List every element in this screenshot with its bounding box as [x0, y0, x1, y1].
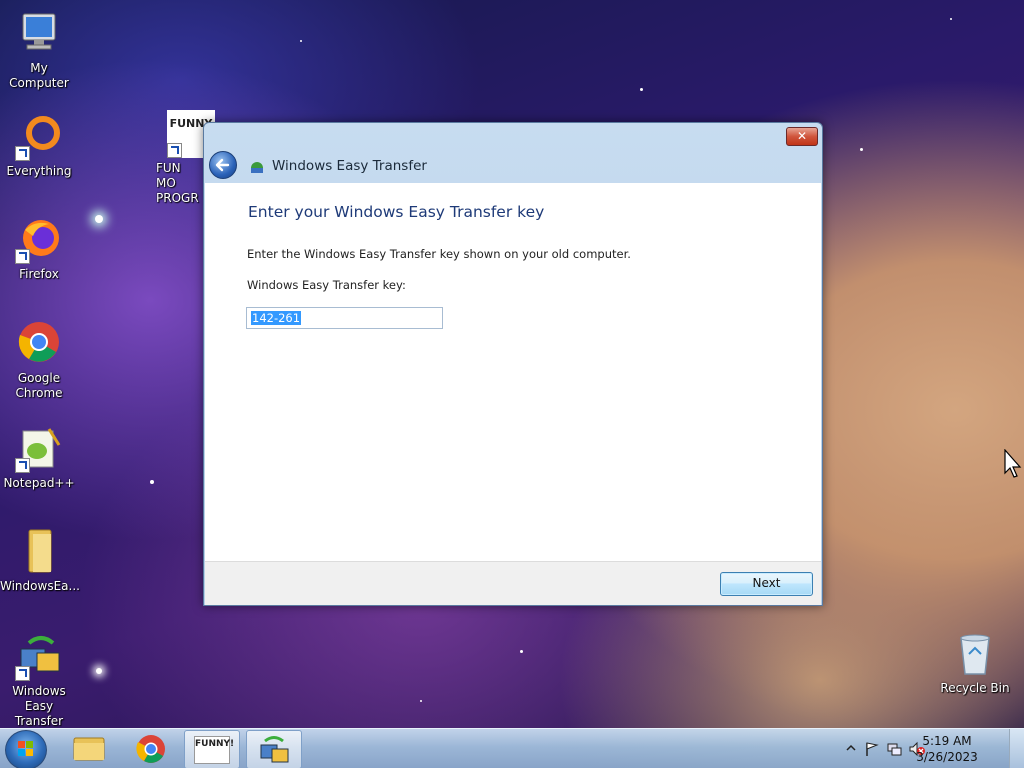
desktop-icon-label: Notepad++ — [3, 476, 75, 490]
desktop-icon-label: WindowsEa... — [0, 579, 80, 593]
action-center-flag-icon[interactable] — [864, 741, 880, 757]
start-button[interactable] — [5, 730, 47, 768]
desktop-icon-label: FUN MO PROGR — [156, 161, 199, 205]
page-heading: Enter your Windows Easy Transfer key — [248, 203, 545, 221]
funny-image-icon: FUNNY! — [194, 736, 234, 764]
shortcut-arrow-icon — [167, 143, 182, 158]
taskbar-item-easy-transfer[interactable] — [246, 730, 302, 768]
easy-transfer-icon — [260, 736, 289, 763]
desktop-icon-label: Windows Easy Transfer — [12, 684, 66, 728]
easy-transfer-dialog: ✕ Windows Easy Transfer Enter your Windo… — [203, 122, 823, 606]
system-tray: 5:19 AM 3/26/2023 — [834, 729, 1024, 768]
next-button[interactable]: Next — [720, 572, 813, 596]
desktop: My Computer Everything FUNNY FUN MO PROG… — [0, 0, 1024, 768]
firefox-icon — [15, 216, 63, 264]
clock-time[interactable]: 5:19 AM — [912, 734, 982, 748]
desktop-icon-firefox[interactable]: Firefox — [0, 216, 78, 282]
easy-transfer-icon — [249, 159, 265, 175]
shortcut-arrow-icon — [15, 146, 30, 161]
easy-transfer-icon — [15, 633, 63, 681]
shortcut-arrow-icon — [15, 666, 30, 681]
desktop-icon-label: Google Chrome — [15, 371, 63, 400]
recycle-bin-icon — [951, 630, 999, 678]
chrome-icon — [15, 320, 63, 368]
windows-logo-icon — [18, 741, 33, 756]
dialog-content: Enter your Windows Easy Transfer key Ent… — [205, 183, 821, 561]
close-button[interactable]: ✕ — [786, 127, 818, 146]
desktop-icon-label: Everything — [6, 164, 72, 178]
desktop-icon-label: Recycle Bin — [940, 681, 1010, 695]
transfer-key-input[interactable]: 142-261 — [246, 307, 443, 329]
star — [95, 215, 103, 223]
transfer-key-label: Windows Easy Transfer key: — [247, 278, 406, 292]
back-button[interactable] — [209, 151, 237, 179]
transfer-key-value: 142-261 — [251, 311, 302, 325]
star — [950, 18, 952, 20]
dialog-footer: Next — [205, 561, 821, 605]
desktop-icon-chrome[interactable]: Google Chrome — [0, 320, 78, 401]
show-desktop-button[interactable] — [1009, 729, 1024, 768]
everything-search-icon — [15, 113, 63, 161]
back-arrow-icon — [215, 158, 230, 172]
instruction-text: Enter the Windows Easy Transfer key show… — [247, 247, 631, 261]
star — [150, 480, 154, 484]
dialog-title: Windows Easy Transfer — [272, 158, 427, 174]
folder-icon — [15, 528, 63, 576]
dialog-titlebar[interactable]: ✕ Windows Easy Transfer — [204, 123, 822, 183]
star — [300, 40, 302, 42]
star — [420, 700, 422, 702]
desktop-icon-my-computer[interactable]: My Computer — [0, 10, 78, 91]
desktop-icon-easy-transfer[interactable]: Windows Easy Transfer — [0, 633, 78, 729]
taskbar-item-funny[interactable]: FUNNY! — [184, 730, 240, 768]
shortcut-arrow-icon — [15, 249, 30, 264]
star — [640, 88, 643, 91]
desktop-icon-everything[interactable]: Everything — [0, 113, 78, 179]
desktop-icon-windowsea-folder[interactable]: WindowsEa... — [0, 528, 80, 594]
taskbar-item-explorer[interactable] — [62, 730, 116, 767]
star — [96, 668, 102, 674]
taskbar-item-chrome[interactable] — [124, 730, 178, 767]
computer-icon — [15, 10, 63, 58]
star — [520, 650, 523, 653]
desktop-icon-notepadpp[interactable]: Notepad++ — [0, 425, 78, 491]
desktop-icon-label: Firefox — [19, 267, 59, 281]
show-hidden-icons-icon[interactable] — [846, 743, 856, 753]
desktop-icon-label: My Computer — [9, 61, 69, 90]
mouse-cursor-icon — [1004, 449, 1022, 478]
taskbar: FUNNY! 5:19 AM 3/26/2023 — [0, 728, 1024, 768]
shortcut-arrow-icon — [15, 458, 30, 473]
clock-date[interactable]: 3/26/2023 — [912, 750, 982, 764]
network-icon[interactable] — [886, 741, 902, 757]
star — [860, 148, 863, 151]
notepadpp-icon — [15, 425, 63, 473]
folder-icon — [73, 737, 105, 761]
desktop-icon-recycle-bin[interactable]: Recycle Bin — [936, 630, 1014, 696]
chrome-icon — [136, 735, 165, 763]
